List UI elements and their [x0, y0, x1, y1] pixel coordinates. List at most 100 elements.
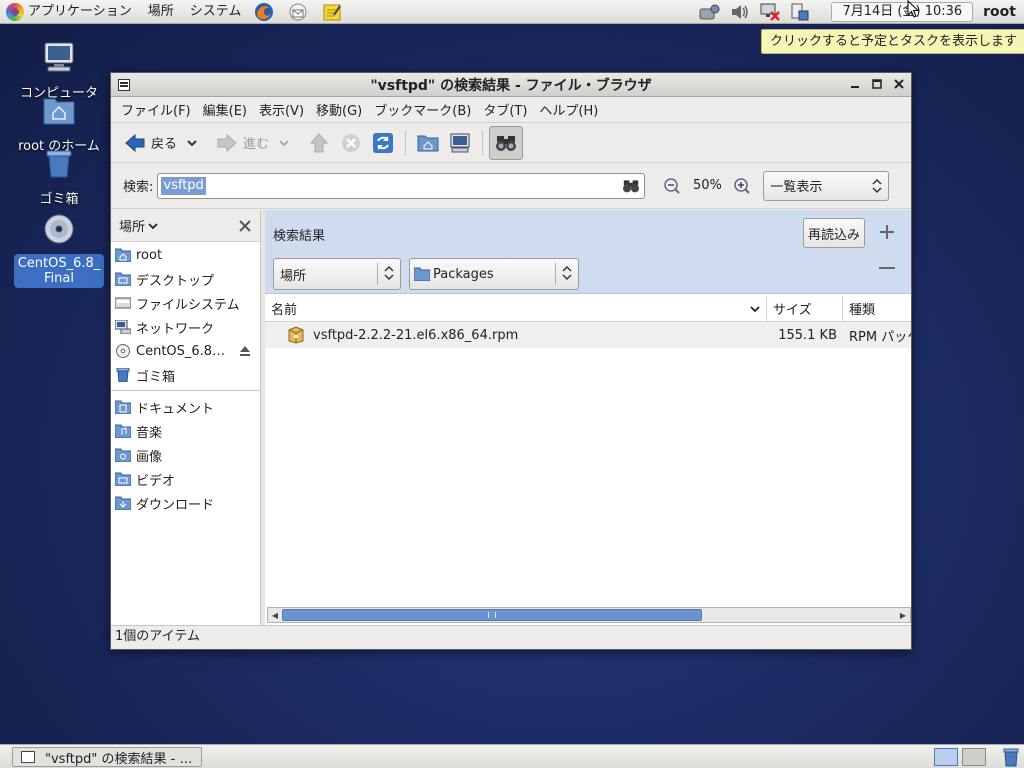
workspace-1[interactable]: [934, 748, 958, 766]
sidebar-item-label: ビデオ: [136, 473, 176, 489]
chevron-down-icon: [279, 139, 289, 146]
search-input[interactable]: vsftpd: [157, 172, 646, 199]
sidebar-item-network[interactable]: ネットワーク: [111, 315, 260, 339]
network-icon: [115, 320, 131, 334]
sidebar-item-label: CentOS_6.8…: [136, 343, 226, 359]
zoom-in-icon[interactable]: [733, 177, 751, 195]
chevron-down-icon: [148, 222, 158, 229]
user-menu[interactable]: root: [983, 4, 1016, 20]
updown-arrows-icon: [384, 265, 394, 281]
sidebar-item-pictures[interactable]: 画像: [111, 443, 260, 467]
add-criteria-button[interactable]: [877, 222, 897, 242]
videos-folder-icon: [115, 472, 131, 486]
sidebar-item-root[interactable]: root: [111, 243, 260, 267]
stop-button[interactable]: [335, 127, 367, 159]
menu-edit[interactable]: 編集(E): [197, 100, 253, 119]
close-button[interactable]: [891, 76, 907, 92]
menu-go[interactable]: 移動(G): [310, 100, 368, 119]
disc-icon: [44, 214, 74, 244]
desktop-icon-computer[interactable]: コンピュータ: [14, 40, 104, 101]
taskbar-window-button[interactable]: "vsftpd" の検索結果 - …: [12, 747, 202, 767]
desktop-icon-trash[interactable]: ゴミ箱: [14, 146, 104, 207]
menu-bookmarks[interactable]: ブックマーク(B): [368, 100, 477, 119]
zoom-out-icon[interactable]: [663, 177, 681, 195]
mail-launcher[interactable]: [287, 1, 309, 23]
binoculars-icon[interactable]: [622, 178, 640, 194]
network-icon[interactable]: [699, 2, 721, 22]
window-icon: [21, 751, 35, 763]
bottom-panel: "vsftpd" の検索結果 - …: [0, 744, 1024, 768]
forward-button[interactable]: 進む: [211, 127, 273, 159]
view-mode-select[interactable]: 一覧表示: [763, 170, 890, 201]
back-history-button[interactable]: [181, 127, 203, 159]
desktop-icon-label: ゴミ箱: [39, 192, 79, 207]
top-panel: アプリケーション 場所 システム 7月14日 (金) 10:36 root: [0, 0, 1024, 24]
criteria-type-select[interactable]: 場所: [273, 258, 401, 290]
drive-icon: [115, 297, 131, 309]
column-type[interactable]: 種類: [843, 296, 911, 322]
clock[interactable]: 7月14日 (金) 10:36: [831, 2, 974, 22]
updown-arrows-icon: [562, 265, 572, 281]
sidebar-mode-select[interactable]: 場所: [119, 216, 158, 235]
firefox-launcher[interactable]: [253, 1, 275, 23]
trash-icon[interactable]: [1001, 747, 1021, 767]
location-folder-select[interactable]: Packages: [409, 258, 579, 290]
column-size[interactable]: サイズ: [767, 295, 843, 322]
column-name-label: 名前: [271, 303, 298, 318]
scrollbar-thumb[interactable]: [282, 609, 702, 621]
sidebar-item-music[interactable]: 音楽: [111, 419, 260, 443]
maximize-button[interactable]: [869, 76, 885, 92]
up-button[interactable]: [303, 127, 335, 159]
forward-history-button[interactable]: [273, 127, 295, 159]
sidebar-item-desktop[interactable]: デスクトップ: [111, 267, 260, 291]
sidebar-item-centos-disc[interactable]: CentOS_6.8…: [111, 339, 260, 363]
minimize-button[interactable]: [847, 76, 863, 92]
reload-search-button[interactable]: 再読込み: [803, 218, 865, 248]
workspace-2[interactable]: [962, 748, 986, 766]
mail-icon: [289, 3, 307, 20]
back-button[interactable]: 戻る: [119, 127, 181, 159]
places-menu[interactable]: 場所: [140, 0, 182, 24]
sidebar-item-trash[interactable]: ゴミ箱: [111, 363, 260, 387]
menu-help[interactable]: ヘルプ(H): [533, 100, 604, 119]
menu-view[interactable]: 表示(V): [253, 100, 310, 119]
desktop-icon-home[interactable]: root のホーム: [14, 93, 104, 154]
home-button[interactable]: [412, 127, 444, 159]
sidebar-item-downloads[interactable]: ダウンロード: [111, 491, 260, 515]
sidebar-item-videos[interactable]: ビデオ: [111, 467, 260, 491]
column-name[interactable]: 名前: [265, 295, 767, 322]
sidebar-item-filesystem[interactable]: ファイルシステム: [111, 291, 260, 315]
file-row[interactable]: vsftpd-2.2.2-21.el6.x86_64.rpm 155.1 KB …: [265, 322, 911, 348]
search-toggle-button[interactable]: [489, 125, 524, 160]
window-titlebar[interactable]: "vsftpd" の検索結果 - ファイル・ブラウザ: [111, 73, 911, 97]
network-disconnected-icon[interactable]: [759, 2, 781, 22]
window-menu-icon[interactable]: [118, 79, 130, 91]
reload-button[interactable]: [367, 127, 399, 159]
sidebar-mode-label: 場所: [119, 220, 146, 235]
scroll-right-arrow-icon[interactable]: ▶: [896, 608, 910, 622]
firefox-icon: [255, 2, 274, 21]
menu-tabs[interactable]: タブ(T): [477, 100, 533, 119]
volume-icon[interactable]: [729, 2, 751, 22]
scroll-left-arrow-icon[interactable]: ◀: [268, 608, 282, 622]
applications-menu[interactable]: アプリケーション: [0, 0, 140, 24]
remove-criteria-button[interactable]: [877, 262, 897, 274]
downloads-folder-icon: [115, 496, 131, 510]
menu-file[interactable]: ファイル(F): [115, 100, 197, 119]
zoom-level[interactable]: 50%: [687, 178, 727, 193]
notes-launcher[interactable]: [321, 1, 343, 23]
system-menu[interactable]: システム: [182, 0, 250, 24]
location-folder-value: Packages: [433, 266, 494, 282]
system-tray: 7月14日 (金) 10:36 root: [695, 0, 1024, 24]
update-icon[interactable]: [789, 2, 811, 22]
home-folder-icon: [416, 131, 440, 155]
computer-button[interactable]: [444, 127, 476, 159]
minimize-icon: [851, 86, 859, 88]
horizontal-scrollbar[interactable]: ◀ ▶: [267, 607, 911, 623]
close-sidebar-icon[interactable]: [238, 219, 252, 233]
sidebar-item-documents[interactable]: ドキュメント: [111, 395, 260, 419]
desktop-icon-centos-disc[interactable]: CentOS_6.8_ Final: [14, 212, 104, 288]
mouse-cursor-icon: [907, 0, 919, 18]
eject-icon[interactable]: [238, 344, 252, 358]
back-label: 戻る: [151, 137, 178, 152]
